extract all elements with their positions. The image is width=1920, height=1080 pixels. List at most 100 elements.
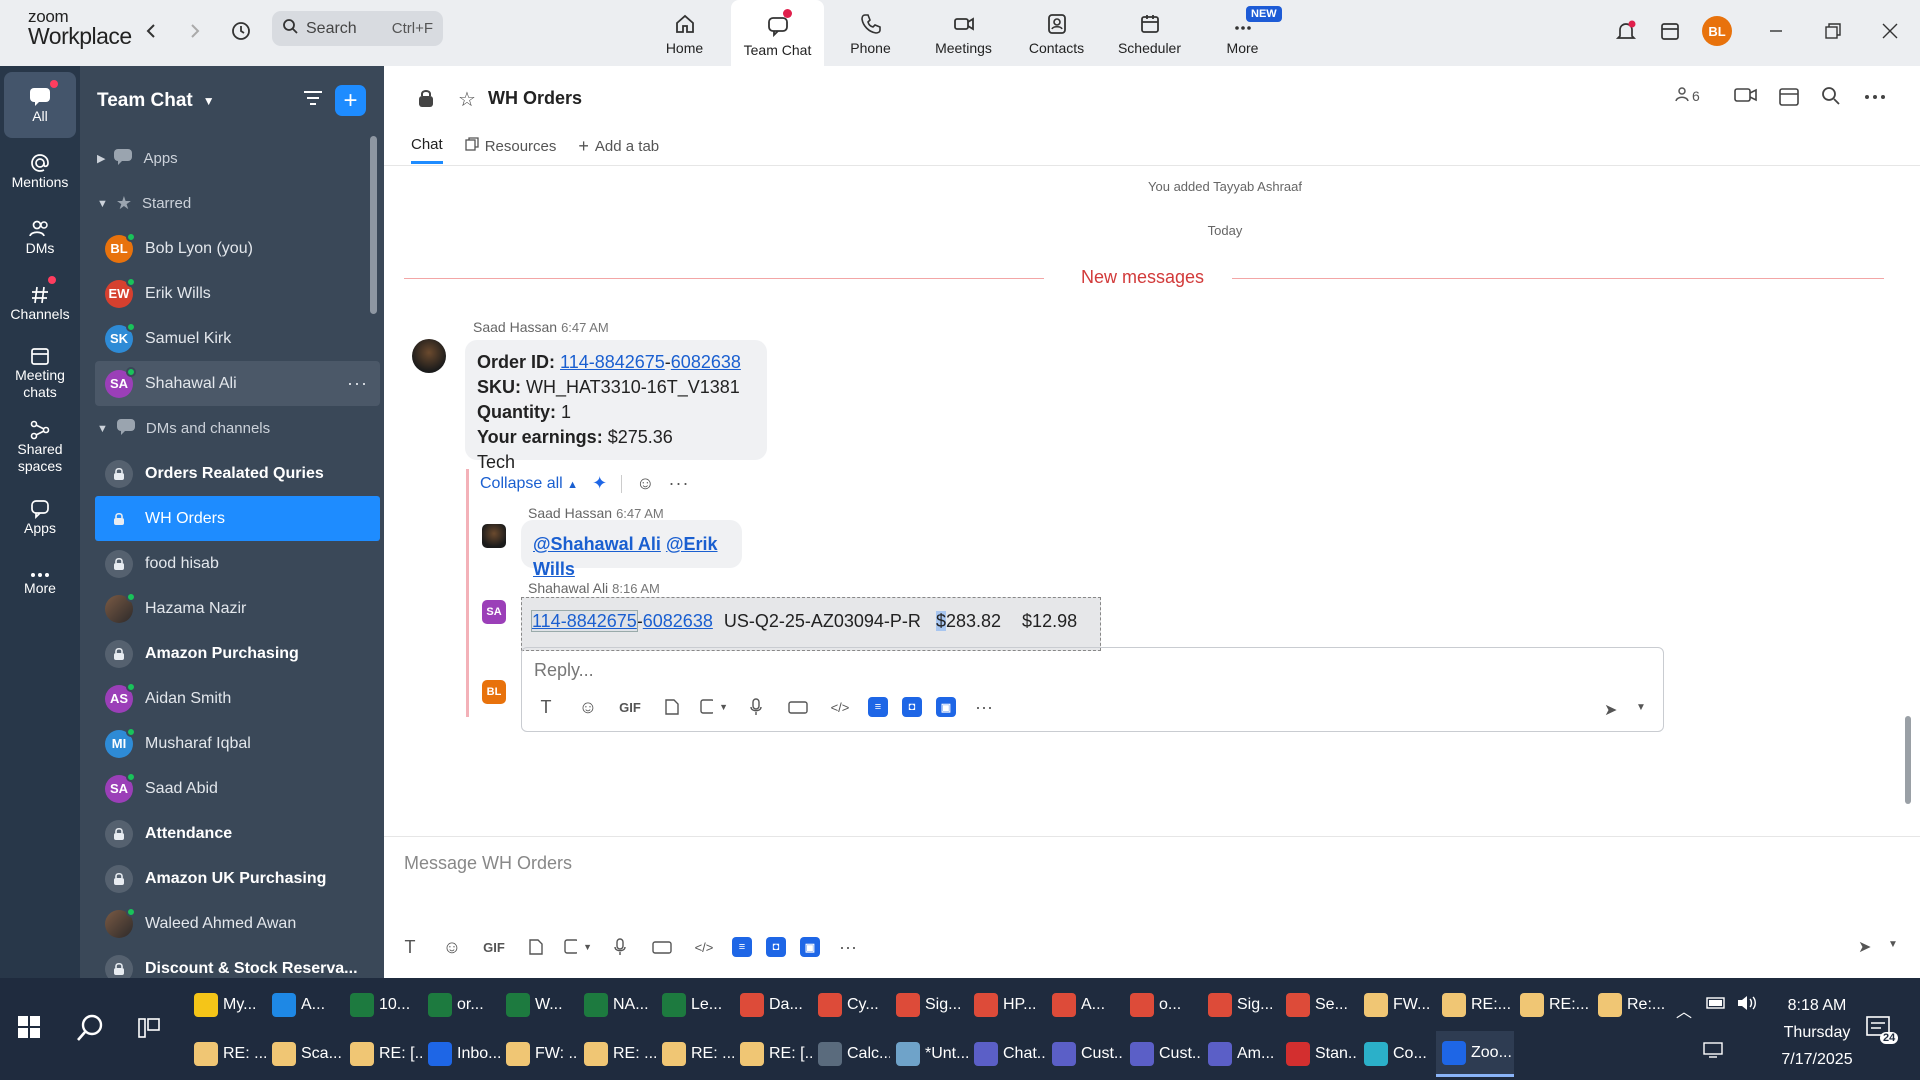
taskbar-app[interactable]: o... — [1124, 982, 1202, 1028]
file-icon[interactable] — [522, 933, 550, 961]
taskbar-app[interactable]: Se... — [1280, 982, 1358, 1028]
taskbar-app[interactable]: NA... — [578, 982, 656, 1028]
sidebar-item-shahawal-ali[interactable]: SA Shahawal Ali ··· — [95, 361, 380, 406]
filter-icon[interactable] — [302, 88, 324, 114]
chevron-down-icon[interactable]: ▼ — [203, 94, 215, 108]
star-icon[interactable]: ☆ — [458, 87, 476, 112]
taskbar-app[interactable]: Calc... — [812, 1031, 890, 1077]
message-scrollbar[interactable] — [1905, 716, 1911, 804]
bell-icon[interactable] — [1609, 14, 1643, 48]
members-button[interactable]: 6 — [1674, 86, 1700, 105]
video-clip-icon[interactable] — [784, 693, 812, 721]
sidebar-item-bob-lyon-you[interactable]: BL Bob Lyon (you) — [80, 226, 384, 271]
taskbar-app[interactable]: RE: ... — [656, 1031, 734, 1077]
order-link-1[interactable]: 114-8842675 — [560, 352, 665, 372]
video-clip-icon[interactable] — [648, 933, 676, 961]
rail-all[interactable]: All — [0, 72, 80, 138]
calendar-icon[interactable] — [1653, 14, 1687, 48]
app-icon-1[interactable]: ≡ — [868, 697, 888, 717]
taskbar-app[interactable]: Da... — [734, 982, 812, 1028]
history-icon[interactable] — [226, 16, 256, 46]
sidebar-item-amazon-uk-purchasing[interactable]: Amazon UK Purchasing — [80, 856, 384, 901]
taskbar-app[interactable]: RE:... — [1436, 982, 1514, 1028]
tab-resources[interactable]: Resources — [465, 136, 556, 164]
taskbar-app[interactable]: Inbo... — [422, 1031, 500, 1077]
sender-avatar[interactable] — [412, 339, 446, 373]
taskbar-app[interactable]: HP... — [968, 982, 1046, 1028]
sidebar-item-food-hisab[interactable]: food hisab — [80, 541, 384, 586]
emoji-icon[interactable]: ☺ — [438, 933, 466, 961]
section-apps[interactable]: ▶ Apps — [80, 136, 384, 181]
calendar-icon[interactable] — [1778, 86, 1800, 108]
close-icon[interactable] — [1873, 14, 1907, 48]
taskbar-app[interactable]: Chat... — [968, 1031, 1046, 1077]
taskbar-app[interactable]: RE: [... — [734, 1031, 812, 1077]
taskbar-app[interactable]: Sca... — [266, 1031, 344, 1077]
order-link-2[interactable]: 6082638 — [671, 352, 741, 372]
order-row-bubble[interactable]: 114-8842675-6082638 US-Q2-25-AZ03094-P-R… — [521, 597, 1101, 651]
text-format-icon[interactable]: T — [396, 933, 424, 961]
sidebar-item-orders-realated-quries[interactable]: Orders Realated Quries — [80, 451, 384, 496]
taskbar-app[interactable]: RE:... — [1514, 982, 1592, 1028]
nav-more[interactable]: NEW More — [1196, 0, 1289, 64]
taskbar-app[interactable]: Zoo... — [1436, 1031, 1514, 1077]
battery-icon[interactable] — [1706, 996, 1728, 1015]
channel-title[interactable]: WH Orders — [488, 88, 582, 109]
ai-sparkle-icon[interactable]: ✦ — [592, 473, 607, 494]
taskbar-app[interactable]: A... — [1046, 982, 1124, 1028]
search-icon[interactable] — [1821, 86, 1841, 106]
sidebar-item-waleed-ahmed-awan[interactable]: Waleed Ahmed Awan — [80, 901, 384, 946]
taskbar-app[interactable]: Stan... — [1280, 1031, 1358, 1077]
sender-name[interactable]: Shahawal Ali — [528, 580, 608, 596]
emoji-react-icon[interactable]: ☺ — [636, 473, 654, 494]
taskbar-app[interactable]: Le... — [656, 982, 734, 1028]
taskbar-app[interactable]: W... — [500, 982, 578, 1028]
nav-phone[interactable]: Phone — [824, 0, 917, 64]
send-icon[interactable]: ➤ — [1604, 700, 1617, 720]
sender-avatar[interactable] — [482, 524, 506, 548]
collapse-all-button[interactable]: Collapse all ▲ — [480, 475, 578, 493]
taskbar-app[interactable]: or... — [422, 982, 500, 1028]
microphone-icon[interactable] — [742, 693, 770, 721]
taskbar-app[interactable]: 10... — [344, 982, 422, 1028]
microphone-icon[interactable] — [606, 933, 634, 961]
file-icon[interactable] — [658, 693, 686, 721]
rail-apps[interactable]: Apps — [0, 484, 80, 550]
taskbar-app[interactable]: Sig... — [1202, 982, 1280, 1028]
nav-meetings[interactable]: Meetings — [917, 0, 1010, 64]
sidebar-scrollbar[interactable] — [370, 136, 377, 314]
network-icon[interactable] — [1703, 1042, 1723, 1063]
notifications-icon[interactable]: 24 — [1866, 1016, 1899, 1049]
text-format-icon[interactable]: T — [532, 693, 560, 721]
order-link-2[interactable]: 6082638 — [643, 611, 713, 631]
task-view-icon[interactable] — [138, 1018, 160, 1043]
rail-meeting-chats[interactable]: Meeting chats — [0, 336, 80, 410]
taskbar-app[interactable]: FW... — [1358, 982, 1436, 1028]
taskbar-app[interactable]: *Unt... — [890, 1031, 968, 1077]
section-starred[interactable]: ▼ ★ Starred — [80, 181, 384, 226]
sender-name[interactable]: Saad Hassan — [473, 319, 557, 335]
app-icon-3[interactable]: ▣ — [800, 937, 820, 957]
rail-more[interactable]: More — [0, 550, 80, 616]
back-arrow-icon[interactable] — [136, 16, 166, 46]
code-icon[interactable]: </> — [826, 693, 854, 721]
sidebar-item-wh-orders[interactable]: WH Orders — [95, 496, 380, 541]
taskbar-app[interactable]: RE: ... — [188, 1031, 266, 1077]
restore-icon[interactable] — [1816, 14, 1850, 48]
sidebar-item-amazon-purchasing[interactable]: Amazon Purchasing — [80, 631, 384, 676]
taskbar-app[interactable]: Sig... — [890, 982, 968, 1028]
app-icon-1[interactable]: ≡ — [732, 937, 752, 957]
chevron-down-icon[interactable]: ▼ — [1636, 702, 1646, 713]
emoji-icon[interactable]: ☺ — [574, 693, 602, 721]
sidebar-item-erik-wills[interactable]: EW Erik Wills — [80, 271, 384, 316]
reply-box[interactable]: Reply... T ☺ GIF ▼ </> ≡ ◘ ▣ ··· ➤ ▼ — [521, 647, 1664, 732]
nav-contacts[interactable]: Contacts — [1010, 0, 1103, 64]
sidebar-item-saad-abid[interactable]: SA Saad Abid — [80, 766, 384, 811]
windows-start-icon[interactable] — [18, 1016, 40, 1043]
message-input[interactable]: Message WH Orders — [404, 853, 572, 874]
sender-avatar[interactable]: SA — [482, 600, 506, 624]
sidebar-item-musharaf-iqbal[interactable]: MI Musharaf Iqbal — [80, 721, 384, 766]
more-options-icon[interactable]: ··· — [970, 693, 998, 721]
more-options-icon[interactable]: ··· — [834, 933, 862, 961]
gif-icon[interactable]: GIF — [616, 693, 644, 721]
